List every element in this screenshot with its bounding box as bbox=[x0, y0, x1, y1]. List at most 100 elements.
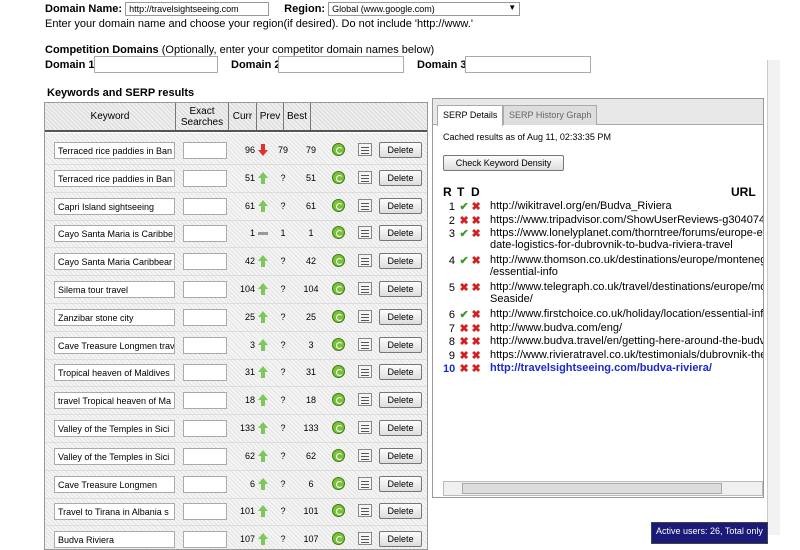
delete-button[interactable]: Delete bbox=[379, 197, 422, 214]
delete-button[interactable]: Delete bbox=[379, 281, 422, 297]
keyword-input[interactable]: Valley of the Temples in Sici bbox=[54, 447, 175, 465]
refresh-icon[interactable] bbox=[332, 143, 345, 156]
result-url[interactable]: http://www.budva.com/eng/ bbox=[490, 322, 622, 334]
keyword-input[interactable]: Silema tour travel bbox=[54, 281, 175, 298]
list-icon[interactable] bbox=[358, 309, 372, 323]
keyword-input[interactable]: Cave Treasure Longmen trav bbox=[54, 336, 175, 354]
exact-searches-input[interactable] bbox=[183, 308, 227, 326]
delete-button[interactable]: Delete bbox=[379, 308, 422, 325]
exact-searches-input[interactable] bbox=[183, 142, 227, 159]
delete-button[interactable]: Delete bbox=[379, 142, 422, 158]
delete-button[interactable]: Delete bbox=[379, 475, 422, 492]
scrollbar-thumb[interactable] bbox=[462, 483, 722, 494]
exact-searches-input[interactable] bbox=[183, 420, 227, 437]
list-icon[interactable] bbox=[358, 448, 372, 462]
exact-searches-input[interactable] bbox=[183, 197, 227, 215]
delete-button[interactable]: Delete bbox=[379, 336, 422, 353]
header-exact-searches[interactable]: Exact Searches bbox=[176, 103, 229, 130]
list-icon[interactable] bbox=[358, 254, 372, 268]
result-url-continued[interactable]: /essential-info bbox=[490, 266, 558, 278]
keyword-input[interactable]: Zanzibar stone city bbox=[54, 308, 175, 326]
delete-button[interactable]: Delete bbox=[379, 447, 422, 464]
list-icon[interactable] bbox=[358, 198, 372, 212]
tab-serp-history-graph[interactable]: SERP History Graph bbox=[503, 105, 598, 125]
refresh-icon[interactable] bbox=[332, 448, 345, 462]
exact-searches-input[interactable] bbox=[183, 253, 227, 271]
result-url[interactable]: http://travelsightseeing.com/budva-rivie… bbox=[490, 362, 712, 374]
refresh-icon[interactable] bbox=[332, 476, 345, 490]
result-url[interactable]: https://www.rivieratravel.co.uk/testimon… bbox=[490, 349, 763, 361]
list-icon[interactable] bbox=[358, 337, 372, 351]
keyword-input[interactable]: Cave Treasure Longmen bbox=[54, 475, 175, 493]
exact-searches-input[interactable] bbox=[183, 169, 227, 187]
exact-searches-input[interactable] bbox=[183, 475, 227, 493]
keyword-input[interactable]: Capri Island sightseeing bbox=[54, 197, 175, 215]
header-keyword[interactable]: Keyword bbox=[45, 103, 176, 130]
result-url-continued[interactable]: Seaside/ bbox=[490, 293, 533, 305]
delete-button[interactable]: Delete bbox=[379, 225, 422, 242]
refresh-icon[interactable] bbox=[332, 226, 345, 240]
delete-button[interactable]: Delete bbox=[379, 503, 422, 520]
domain2-input[interactable] bbox=[278, 56, 404, 73]
list-icon[interactable] bbox=[358, 282, 372, 295]
exact-searches-input[interactable] bbox=[183, 225, 227, 243]
list-icon[interactable] bbox=[358, 532, 372, 546]
result-url[interactable]: https://www.lonelyplanet.com/thorntree/f… bbox=[490, 227, 763, 239]
refresh-icon[interactable] bbox=[332, 309, 345, 323]
delete-button[interactable]: Delete bbox=[379, 253, 422, 270]
domain3-input[interactable] bbox=[465, 56, 591, 73]
result-url[interactable]: http://www.budva.travel/en/getting-here-… bbox=[490, 335, 763, 347]
result-url[interactable]: http://wikitravel.org/en/Budva_Riviera bbox=[490, 200, 672, 212]
refresh-icon[interactable] bbox=[332, 393, 345, 407]
exact-searches-input[interactable] bbox=[183, 447, 227, 465]
result-url-continued[interactable]: date-logistics-for-dubrovnik-to-budva-ri… bbox=[490, 239, 733, 251]
list-icon[interactable] bbox=[358, 476, 372, 490]
tab-serp-details[interactable]: SERP Details bbox=[437, 105, 504, 126]
list-icon[interactable] bbox=[358, 170, 372, 184]
keyword-input[interactable]: Cayo Santa Maria Caribbear bbox=[54, 253, 175, 271]
check-keyword-density-button[interactable]: Check Keyword Density bbox=[443, 155, 564, 171]
list-icon[interactable] bbox=[358, 365, 372, 379]
region-select[interactable]: Global (www.google.com) ▼ bbox=[328, 2, 521, 16]
page-scrollbar[interactable] bbox=[767, 60, 780, 535]
delete-button[interactable]: Delete bbox=[379, 392, 422, 409]
keyword-input[interactable]: Travel to Tirana in Albania s bbox=[54, 503, 175, 521]
delete-button[interactable]: Delete bbox=[379, 420, 422, 436]
domain1-input[interactable] bbox=[94, 56, 218, 73]
exact-searches-input[interactable] bbox=[183, 364, 227, 382]
header-curr[interactable]: Curr bbox=[229, 103, 257, 130]
keyword-input[interactable]: Terraced rice paddies in Ban bbox=[54, 142, 175, 159]
refresh-icon[interactable] bbox=[332, 337, 345, 351]
keyword-input[interactable]: Valley of the Temples in Sici bbox=[54, 420, 175, 437]
delete-button[interactable]: Delete bbox=[379, 364, 422, 381]
result-url[interactable]: https://www.tripadvisor.com/ShowUserRevi… bbox=[490, 214, 763, 226]
refresh-icon[interactable] bbox=[332, 282, 345, 295]
list-icon[interactable] bbox=[358, 504, 372, 518]
delete-button[interactable]: Delete bbox=[379, 531, 422, 548]
list-icon[interactable] bbox=[358, 143, 372, 156]
keyword-input[interactable]: Cayo Santa Maria is Caribbe bbox=[54, 225, 175, 243]
horizontal-scrollbar[interactable] bbox=[443, 481, 763, 496]
list-icon[interactable] bbox=[358, 226, 372, 240]
refresh-icon[interactable] bbox=[332, 365, 345, 379]
domain-name-input[interactable]: http://travelsightseeing.com bbox=[125, 2, 270, 16]
header-best[interactable]: Best bbox=[284, 103, 311, 130]
keyword-input[interactable]: travel Tropical heaven of Ma bbox=[54, 392, 175, 410]
exact-searches-input[interactable] bbox=[183, 503, 227, 521]
exact-searches-input[interactable] bbox=[183, 336, 227, 354]
refresh-icon[interactable] bbox=[332, 504, 345, 518]
refresh-icon[interactable] bbox=[332, 170, 345, 184]
keyword-input[interactable]: Tropical heaven of Maldives bbox=[54, 364, 175, 382]
result-url[interactable]: http://www.firstchoice.co.uk/holiday/loc… bbox=[490, 308, 763, 320]
refresh-icon[interactable] bbox=[332, 532, 345, 546]
list-icon[interactable] bbox=[358, 393, 372, 407]
list-icon[interactable] bbox=[358, 421, 372, 434]
exact-searches-input[interactable] bbox=[183, 281, 227, 298]
refresh-icon[interactable] bbox=[332, 254, 345, 268]
header-prev[interactable]: Prev bbox=[257, 103, 284, 130]
exact-searches-input[interactable] bbox=[183, 531, 227, 549]
keyword-input[interactable]: Terraced rice paddies in Ban bbox=[54, 169, 175, 187]
delete-button[interactable]: Delete bbox=[379, 169, 422, 186]
result-url[interactable]: http://www.telegraph.co.uk/travel/destin… bbox=[490, 281, 763, 293]
result-url[interactable]: http://www.thomson.co.uk/destinations/eu… bbox=[490, 254, 763, 266]
